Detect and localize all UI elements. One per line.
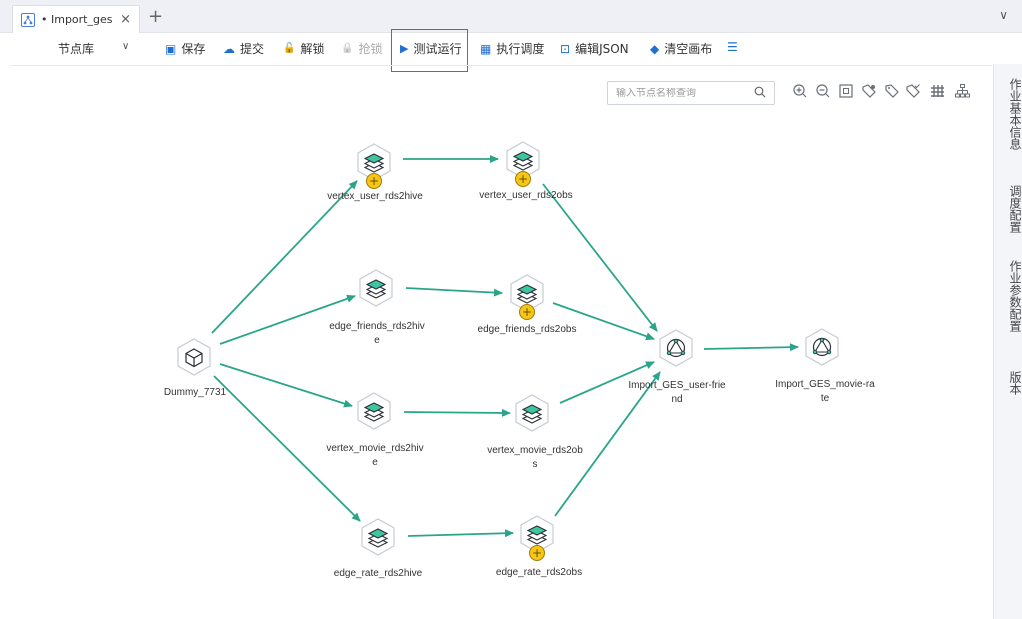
node-label: edge_friends_rds2hive — [312, 320, 442, 348]
grid-icon[interactable] — [930, 84, 945, 102]
edge — [542, 183, 658, 332]
tag-icon[interactable] — [862, 84, 877, 102]
unlock-button[interactable]: 🔓 解锁 — [283, 40, 324, 57]
unlock-label: 解锁 — [300, 42, 325, 56]
node-search-field[interactable] — [607, 81, 775, 105]
node-library-label[interactable]: 节点库 — [58, 40, 94, 57]
grab-lock-button[interactable]: 🔒 抢锁 — [341, 40, 382, 57]
edge — [403, 408, 511, 417]
node-label-line: vertex_movie_rds2ob — [487, 445, 583, 456]
node-ef-hive[interactable] — [356, 268, 396, 308]
node-label: vertex_user_rds2hive — [327, 191, 423, 202]
edit-json-button[interactable]: ⊡ 编辑JSON — [560, 40, 629, 57]
node-label: vertex_movie_rds2obs — [470, 444, 600, 472]
clear-canvas-button[interactable]: ◆ 清空画布 — [650, 40, 712, 57]
cdm-job-icon — [356, 269, 396, 312]
grab-lock-label: 抢锁 — [358, 42, 383, 56]
save-label: 保存 — [181, 42, 206, 56]
cdm-job-icon — [354, 392, 394, 435]
zoom-out-icon[interactable] — [816, 84, 830, 102]
node-label: edge_rate_rds2obs — [495, 567, 583, 578]
workflow-icon — [21, 12, 35, 27]
edges-layer — [211, 155, 799, 538]
layout-icon[interactable] — [955, 84, 970, 102]
node-label-line: s — [532, 459, 538, 470]
node-vm-hive[interactable] — [354, 391, 394, 431]
chevron-down-icon[interactable]: ∨ — [999, 8, 1008, 22]
workflow-canvas[interactable] — [0, 66, 993, 619]
graph-import-icon — [656, 329, 696, 372]
add-badge-icon[interactable]: + — [366, 173, 382, 189]
unlock-icon: 🔓 — [283, 43, 296, 54]
panel-tab-schedule-config[interactable]: 调度配置 — [994, 185, 1022, 233]
schedule-icon: ▦ — [480, 41, 492, 56]
save-icon: ▣ — [165, 41, 177, 56]
node-label-line: e — [374, 335, 380, 346]
save-button[interactable]: ▣ 保存 — [165, 40, 205, 57]
more-menu-button[interactable]: ☰ — [727, 40, 738, 54]
cdm-job-icon — [358, 518, 398, 561]
node-label: Import_GES_user-friend — [612, 379, 742, 407]
add-badge-icon[interactable]: + — [519, 304, 535, 320]
node-er-obs[interactable]: + — [517, 514, 557, 561]
node-dummy[interactable] — [174, 337, 214, 377]
tag-check-icon[interactable] — [906, 84, 921, 102]
fit-icon[interactable] — [839, 84, 853, 102]
eraser-icon: ◆ — [650, 41, 660, 56]
edit-json-label: 编辑JSON — [575, 42, 629, 56]
node-er-hive[interactable] — [358, 517, 398, 557]
panel-tab-job-params[interactable]: 作业参数配置 — [994, 260, 1022, 332]
node-vu-hive[interactable]: + — [354, 142, 394, 189]
panel-tab-job-info[interactable]: 作业基本信息 — [994, 78, 1022, 150]
edge — [405, 287, 503, 297]
tab-bar: • Import_ges × + ∨ — [0, 0, 1022, 33]
cloud-upload-icon: ☁ — [223, 41, 235, 56]
panel-tab-version[interactable]: 版本 — [994, 371, 1022, 395]
clear-canvas-label: 清空画布 — [664, 42, 713, 56]
node-label-line: Import_GES_user-frie — [628, 380, 726, 391]
add-tab-icon[interactable]: + — [148, 6, 163, 27]
node-label: Import_GES_movie-rate — [760, 378, 890, 406]
node-vm-obs[interactable] — [512, 393, 552, 433]
lock-icon: 🔒 — [341, 43, 354, 54]
edge — [703, 343, 799, 352]
node-ges-uf[interactable] — [656, 328, 696, 368]
graph-import-icon — [802, 328, 842, 371]
add-badge-icon[interactable]: + — [529, 545, 545, 561]
node-label-line: e — [372, 457, 378, 468]
close-icon[interactable]: × — [120, 12, 131, 27]
search-input[interactable] — [616, 87, 754, 99]
node-label: vertex_movie_rds2hive — [310, 442, 440, 470]
node-label-line: nd — [671, 394, 683, 405]
node-label-line: Import_GES_movie-ra — [775, 379, 875, 390]
node-label: edge_rate_rds2hive — [333, 568, 423, 579]
cdm-job-icon — [512, 394, 552, 437]
tag-outline-icon[interactable] — [885, 84, 899, 102]
node-label-line: vertex_movie_rds2hiv — [326, 443, 424, 454]
submit-label: 提交 — [240, 42, 265, 56]
node-label: edge_friends_rds2obs — [477, 324, 577, 335]
tab-import-ges[interactable]: • Import_ges × — [12, 5, 140, 33]
chevron-down-icon[interactable]: ∨ — [122, 41, 129, 52]
schedule-label: 执行调度 — [496, 42, 545, 56]
node-vu-obs[interactable]: + — [503, 140, 543, 187]
tab-title: • Import_ges — [41, 13, 113, 26]
right-side-panel: 作业基本信息 调度配置 作业参数配置 版本 — [993, 64, 1022, 619]
add-badge-icon[interactable]: + — [515, 171, 531, 187]
zoom-in-icon[interactable] — [793, 84, 807, 102]
search-icon[interactable] — [754, 86, 766, 101]
node-label-line: edge_friends_rds2hiv — [329, 321, 425, 332]
schedule-button[interactable]: ▦ 执行调度 — [480, 40, 544, 57]
menu-icon: ☰ — [727, 40, 738, 54]
edge — [407, 529, 514, 538]
toolbar: 节点库 ∨ ▣ 保存 ☁ 提交 🔓 解锁 🔒 抢锁 ▶ 测试运行 ▦ 执行调度 … — [0, 33, 1022, 63]
json-icon: ⊡ — [560, 41, 571, 56]
dummy-cube-icon — [174, 338, 214, 381]
node-label-line: te — [820, 393, 830, 404]
node-ges-mr[interactable] — [802, 327, 842, 367]
submit-button[interactable]: ☁ 提交 — [223, 40, 264, 57]
node-label: Dummy_7731 — [163, 387, 227, 398]
node-ef-obs[interactable]: + — [507, 273, 547, 320]
node-label: vertex_user_rds2obs — [479, 190, 573, 201]
